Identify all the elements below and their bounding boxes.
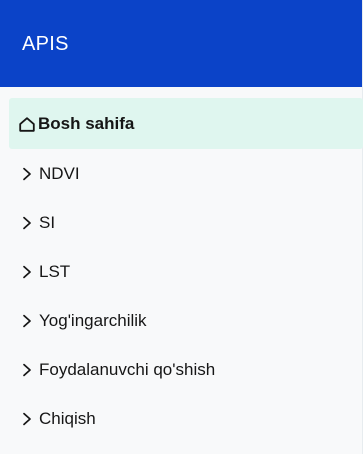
sidebar-header: APIS xyxy=(0,0,362,87)
sidebar-item-lst[interactable]: LST xyxy=(0,247,362,296)
sidebar-item-label: Chiqish xyxy=(39,409,96,428)
sidebar-item-label: Foydalanuvchi qo'shish xyxy=(39,360,216,379)
sidebar-item-ndvi[interactable]: NDVI xyxy=(0,149,362,198)
chevron-right-icon xyxy=(18,409,38,429)
sidebar-item-label: Bosh sahifa xyxy=(38,114,135,133)
chevron-right-icon xyxy=(18,311,38,331)
sidebar-item-foydalanuvchi-qoshish[interactable]: Foydalanuvchi qo'shish xyxy=(0,345,362,394)
sidebar-item-yogingarchilik[interactable]: Yog'ingarchilik xyxy=(0,296,362,345)
chevron-right-icon xyxy=(18,213,38,233)
app-title: APIS xyxy=(22,33,69,55)
app-root: APIS Bosh sahifa NDVI SI LST Yog'ingarch… xyxy=(0,0,363,454)
sidebar-item-si[interactable]: SI xyxy=(0,198,362,247)
chevron-right-icon xyxy=(18,360,38,380)
sidebar-item-bosh-sahifa[interactable]: Bosh sahifa xyxy=(9,98,363,149)
chevron-right-icon xyxy=(18,164,38,184)
sidebar-item-chiqish[interactable]: Chiqish xyxy=(0,394,362,443)
sidebar-menu: Bosh sahifa NDVI SI LST Yog'ingarchilik … xyxy=(0,87,363,443)
chevron-right-icon xyxy=(18,262,38,282)
sidebar-item-label: LST xyxy=(39,262,71,281)
sidebar: APIS Bosh sahifa NDVI SI LST Yog'ingarch… xyxy=(0,0,363,454)
sidebar-item-label: SI xyxy=(39,213,56,232)
sidebar-item-label: NDVI xyxy=(39,164,80,183)
home-icon xyxy=(17,114,37,134)
sidebar-item-label: Yog'ingarchilik xyxy=(39,311,147,330)
